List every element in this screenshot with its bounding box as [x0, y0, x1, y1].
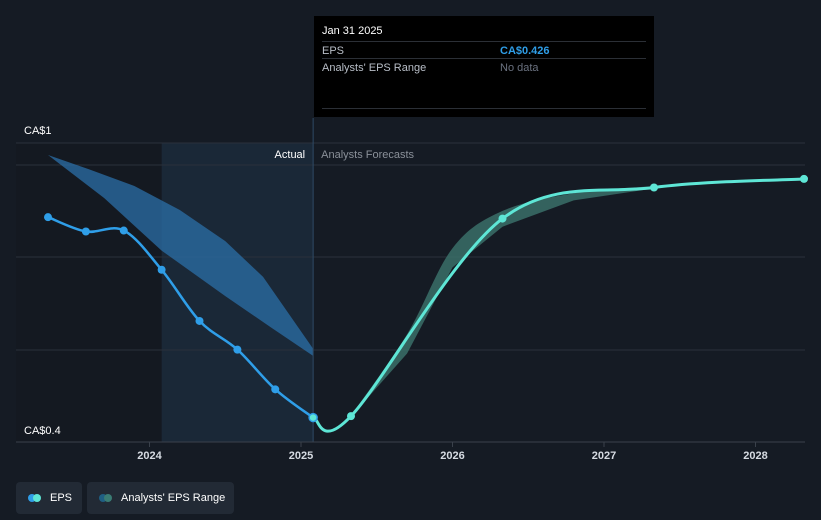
y-axis-bottom-label: CA$0.4 — [24, 425, 61, 437]
eps-forecast-line — [312, 177, 806, 433]
eps-forecast-point — [498, 214, 507, 223]
range-swatch-icon — [99, 493, 113, 503]
tooltip-eps-label: EPS — [322, 45, 345, 57]
eps-actual-point — [119, 226, 128, 235]
tooltip-divider — [322, 108, 646, 109]
x-tick-label: 2024 — [137, 450, 162, 462]
tooltip-range-label: Analysts' EPS Range — [322, 62, 427, 74]
pre-period-shade — [16, 143, 162, 442]
eps-actual-point — [233, 345, 242, 354]
eps-forecast-point — [650, 183, 658, 192]
tooltip-range-value: No data — [500, 62, 539, 74]
tooltip-date: Jan 31 2025 — [322, 25, 383, 37]
legend-range-label: Analysts' EPS Range — [121, 492, 226, 504]
legend-range-button[interactable]: Analysts' EPS Range — [87, 482, 234, 514]
eps-actual-point — [271, 385, 280, 394]
tooltip-eps-row: EPS CA$0.426 — [322, 41, 646, 59]
eps-actual-point — [195, 316, 204, 325]
eps-actual-point — [81, 227, 90, 236]
eps-forecast-point — [800, 174, 808, 183]
legend-eps-button[interactable]: EPS — [16, 482, 82, 514]
x-tick-label: 2027 — [592, 450, 616, 462]
tooltip-range-row: Analysts' EPS Range No data — [322, 58, 646, 76]
hover-tooltip: Jan 31 2025 EPS CA$0.426 Analysts' EPS R… — [314, 16, 654, 117]
x-tick-label: 2025 — [289, 450, 313, 462]
eps-actual-point — [308, 412, 318, 423]
legend-eps-label: EPS — [50, 492, 73, 504]
eps-actual-point — [44, 213, 52, 222]
actual-region-label: Actual — [275, 149, 306, 161]
eps-forecast-point — [347, 412, 355, 421]
eps-actual-point — [157, 265, 166, 274]
tooltip-eps-value: CA$0.426 — [500, 45, 550, 57]
forecast-region-label: Analysts Forecasts — [321, 149, 414, 161]
x-tick-label: 2026 — [440, 450, 464, 462]
x-axis-ticks: 2024 2025 2026 2027 2028 — [137, 442, 768, 462]
eps-swatch-icon — [28, 493, 42, 503]
x-tick-label: 2028 — [743, 450, 767, 462]
y-axis-top-label: CA$1 — [24, 125, 52, 137]
